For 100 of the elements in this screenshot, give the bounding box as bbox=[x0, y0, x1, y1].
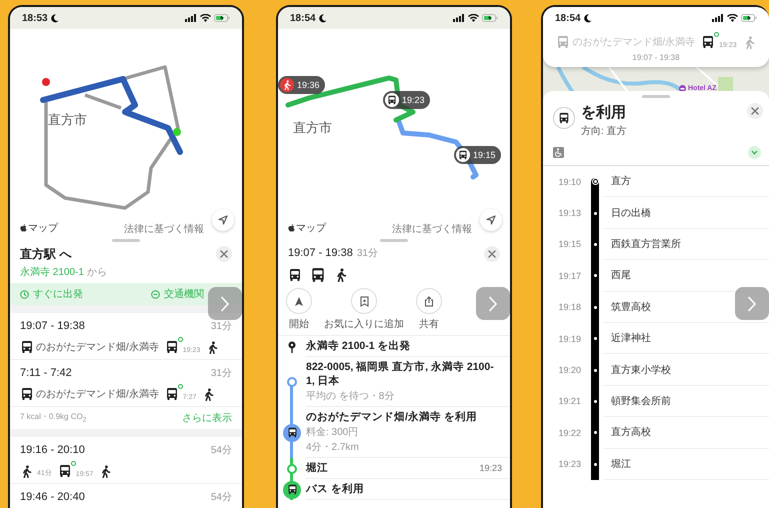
location-arrow-icon bbox=[486, 215, 496, 225]
bus-icon bbox=[286, 427, 298, 438]
location-button[interactable] bbox=[480, 209, 502, 231]
stop-name: 頓野集会所前 bbox=[603, 386, 769, 418]
stop-name: 西鉄直方営業所 bbox=[603, 228, 769, 260]
apple-icon bbox=[20, 224, 27, 232]
stop-time: 19:22 bbox=[557, 426, 582, 440]
sheet-handle[interactable] bbox=[642, 95, 670, 98]
time-callout: 19:36 bbox=[278, 76, 325, 94]
stop-name: 日の出橋 bbox=[603, 197, 769, 229]
battery-icon bbox=[214, 14, 230, 22]
chevron-right-icon bbox=[488, 296, 498, 312]
legal-link[interactable]: 法律に基づく情報 bbox=[124, 222, 204, 236]
step-detail: 平均の を待つ・8分 bbox=[306, 390, 396, 403]
walking-person-icon bbox=[99, 464, 112, 478]
wifi-icon bbox=[468, 14, 479, 22]
next-button[interactable] bbox=[476, 287, 510, 320]
location-button[interactable] bbox=[212, 209, 234, 231]
stop-dot bbox=[594, 462, 596, 466]
stop-time: 19:13 bbox=[557, 207, 582, 220]
step-label: のおがたデマンド畑/永満寺 bbox=[36, 388, 159, 401]
chevron-right-icon bbox=[747, 296, 757, 312]
close-button[interactable] bbox=[484, 246, 500, 262]
legal-link[interactable]: 法律に基づく情報 bbox=[392, 222, 472, 236]
route-option[interactable]: 19:46 - 20:40 54分 bbox=[10, 484, 242, 508]
navigation-arrow-icon bbox=[294, 296, 304, 306]
bus-icon bbox=[458, 150, 468, 160]
step-title: バス を利用 bbox=[306, 482, 364, 496]
step-label: のおがたデマンド畑/永満寺 bbox=[36, 340, 159, 354]
stop-dot bbox=[594, 306, 596, 309]
moon-icon bbox=[50, 14, 59, 22]
stop-dot bbox=[594, 431, 596, 434]
close-icon bbox=[488, 250, 496, 258]
stop-name: 直方 bbox=[603, 166, 769, 198]
action-button[interactable]: お気に入りに追加 bbox=[324, 288, 404, 331]
stop-dot bbox=[594, 337, 596, 340]
bookmark-icon bbox=[360, 296, 368, 306]
next-button[interactable] bbox=[735, 287, 769, 320]
next-button[interactable] bbox=[208, 287, 242, 320]
stop-time: 19:21 bbox=[557, 395, 582, 408]
stop-time: 19:19 bbox=[557, 332, 582, 346]
line-title: を利用 bbox=[581, 103, 627, 122]
chevron-right-icon bbox=[220, 296, 230, 312]
step-label: のおがたデマンド畑/永満寺 bbox=[572, 36, 696, 49]
step-time: 19:23 bbox=[479, 463, 502, 473]
clock-icon bbox=[20, 290, 29, 298]
close-icon bbox=[220, 250, 228, 258]
route-duration: 54分 bbox=[210, 491, 232, 504]
bus-icon bbox=[58, 464, 72, 478]
trip-times: 19:07 - 19:38 bbox=[631, 53, 681, 62]
route-duration: 54分 bbox=[210, 444, 232, 457]
step-title: 永満寺 2100-1 を出発 bbox=[306, 339, 411, 353]
status-time: 18:53 bbox=[22, 12, 48, 24]
status-time: 18:54 bbox=[555, 12, 581, 24]
map-city-label: 直方市 bbox=[293, 119, 332, 137]
wifi-icon bbox=[200, 14, 211, 22]
bus-icon bbox=[20, 387, 34, 401]
close-button[interactable] bbox=[747, 103, 763, 119]
apple-icon bbox=[288, 224, 295, 232]
bus-icon bbox=[286, 484, 298, 495]
sheet-handle[interactable] bbox=[112, 239, 140, 242]
pin-icon bbox=[288, 340, 296, 352]
chevron-down-icon bbox=[751, 150, 758, 155]
bus-icon bbox=[310, 267, 326, 283]
time-callout: 19:23 bbox=[383, 91, 430, 109]
stop-time: 19:15 bbox=[557, 238, 582, 252]
signal-icon bbox=[185, 14, 197, 22]
battery-icon bbox=[482, 14, 498, 22]
time-callout: 19:15 bbox=[454, 146, 501, 164]
sheet-handle[interactable] bbox=[380, 239, 408, 242]
stop-time: 19:20 bbox=[557, 364, 582, 378]
step-title: 822-0005, 福岡県 直方市, 永満寺 2100-1, 日本 bbox=[306, 360, 495, 388]
bus-icon bbox=[164, 340, 179, 354]
stop-name: 直方高校 bbox=[603, 417, 769, 449]
route-footnote: 7 kcal・0.9kg CO$_{2}$ bbox=[20, 411, 86, 425]
route-times: 19:07 - 19:38 bbox=[20, 320, 85, 332]
bus-icon bbox=[387, 95, 397, 105]
step-title: のおがたデマンド畑/永満寺 を利用 bbox=[306, 410, 477, 424]
stop-dot bbox=[594, 400, 596, 403]
wheelchair-icon bbox=[553, 147, 564, 158]
step-detail: 4分・2.7km bbox=[306, 441, 360, 454]
stop-time: 19:10 bbox=[557, 176, 582, 189]
walking-person-icon bbox=[20, 464, 33, 478]
bus-icon bbox=[558, 112, 570, 124]
origin-address: 永満寺 2100-1 bbox=[20, 266, 84, 279]
stop-dot bbox=[592, 179, 598, 184]
signal-icon bbox=[712, 14, 724, 22]
stop-dot bbox=[594, 368, 596, 372]
close-button[interactable] bbox=[216, 246, 232, 262]
wifi-icon bbox=[727, 14, 738, 22]
signal-icon bbox=[453, 14, 465, 22]
map-brand: マップ bbox=[28, 222, 58, 235]
share-icon bbox=[424, 296, 434, 306]
stop-name: 近津神社 bbox=[603, 322, 769, 354]
origin-suffix: から bbox=[86, 266, 107, 279]
moon-icon bbox=[584, 14, 592, 22]
stop-time: 19:23 bbox=[557, 458, 582, 472]
bus-icon bbox=[20, 340, 34, 354]
expand-button[interactable] bbox=[748, 146, 761, 159]
map-brand: マップ bbox=[296, 222, 326, 235]
